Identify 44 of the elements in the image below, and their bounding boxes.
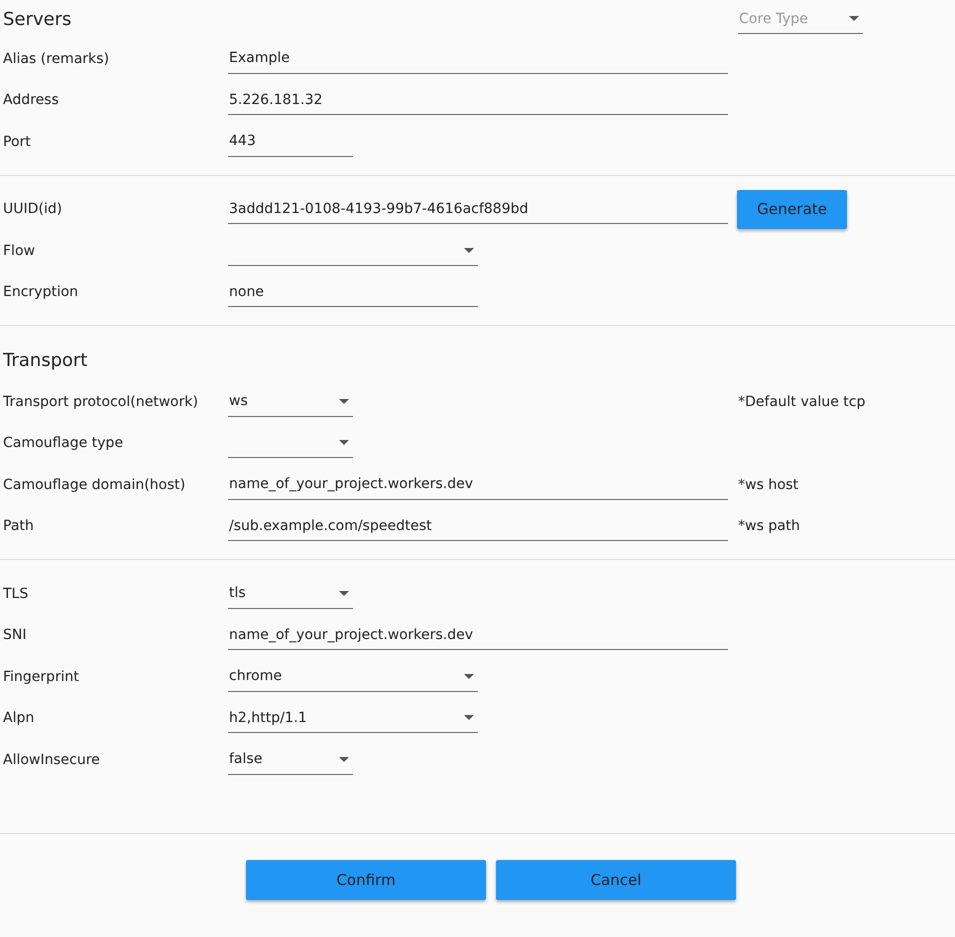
text-field[interactable]: /sub.example.com/speedtest (228, 511, 728, 542)
caret-icon (339, 440, 349, 446)
field-label: Transport protocol(network) (3, 394, 200, 410)
field-label: SNI (3, 627, 28, 644)
field-label: Path (3, 518, 35, 534)
dropdown[interactable]: ws (228, 386, 353, 417)
field-label: Alias (remarks) (3, 50, 110, 67)
caret-icon (464, 715, 474, 720)
field-label: Camouflage type (3, 435, 124, 452)
text-field[interactable]: name_of_your_project.workers.dev (228, 620, 728, 650)
field-label: UUID(id) (3, 201, 64, 218)
field-label: Port (3, 134, 32, 150)
field-label: AllowInsecure (3, 752, 101, 768)
text-field[interactable]: 3addd121-0108-4193-99b7-4616acf889bd (228, 194, 728, 224)
dialog-button[interactable]: Confirm (246, 860, 486, 900)
dropdown[interactable]: chrome (228, 662, 478, 692)
dialog-button[interactable]: Cancel (496, 860, 736, 900)
caret-icon (339, 398, 349, 404)
field-label: Encryption (3, 284, 80, 300)
caret-icon (464, 674, 474, 679)
hint-text: *ws host (738, 476, 798, 493)
hint-text: *ws path (738, 518, 800, 534)
text-field[interactable]: name_of_your_project.workers.dev (228, 470, 728, 500)
field-label: Alpn (3, 710, 36, 726)
text-field[interactable]: 443 (228, 126, 353, 157)
field-label: Fingerprint (3, 668, 80, 685)
caret-icon (339, 756, 349, 762)
caret-icon (339, 590, 349, 596)
hint-text: *Default value tcp (738, 394, 866, 410)
section-title: Transport (3, 350, 88, 370)
dropdown[interactable]: tls (228, 578, 353, 609)
dropdown[interactable]: h2,http/1.1 (228, 703, 478, 734)
text-field[interactable]: 5.226.181.32 (228, 85, 728, 116)
caret-icon (849, 16, 859, 21)
text-field[interactable]: none (228, 277, 478, 308)
field-label: TLS (3, 586, 30, 602)
caret-icon (464, 248, 474, 253)
dropdown[interactable]: false (228, 744, 353, 775)
field-label: Address (3, 92, 60, 108)
generate-button[interactable]: Generate (737, 190, 847, 229)
field-label: Flow (3, 242, 36, 259)
section-title: Servers (3, 8, 72, 30)
field-label: Camouflage domain(host) (3, 476, 186, 493)
text-field[interactable]: Example (228, 44, 728, 74)
